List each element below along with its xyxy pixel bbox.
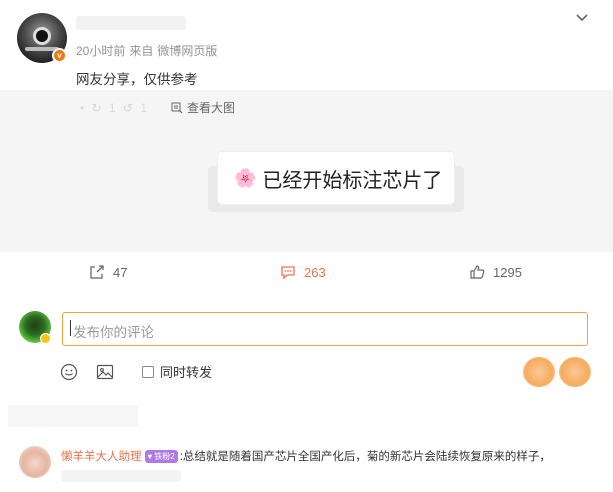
comment-sort-blurred[interactable]	[8, 405, 138, 427]
post-actions: 47 263 1295	[0, 256, 613, 290]
image-banner: 🌸 已经开始标注芯片了	[218, 152, 454, 204]
comment-meta-blurred	[61, 470, 181, 482]
flower-emoji-icon: 🌸	[234, 167, 257, 188]
verified-badge-icon: v	[52, 48, 67, 63]
image-icon	[96, 364, 114, 379]
view-large-image-button[interactable]: 查看大图	[171, 99, 235, 116]
submit-blob-left	[523, 357, 555, 387]
comment-composer: 发布你的评论 同时转发	[0, 300, 613, 400]
comment-button[interactable]: 263	[280, 264, 326, 280]
composer-tools: 同时转发	[60, 362, 212, 381]
banner-text: 已经开始标注芯片了	[262, 169, 443, 192]
comment-text: :总结就是随着国产芯片全国产化后，菊的新芯片会陆续恢复原来的样子，	[179, 451, 551, 463]
emoji-button[interactable]	[60, 363, 78, 381]
commenter-name[interactable]: 懒羊羊大人助理	[61, 448, 142, 464]
view-large-image-label: 查看大图	[187, 101, 236, 115]
chevron-down-icon[interactable]	[573, 9, 591, 27]
share-icon	[90, 265, 104, 279]
post-time[interactable]: 20小时前	[76, 42, 125, 59]
comment-line: 懒羊羊大人助理 ♥ 铁粉2 :总结就是随着国产芯片全国产化后，菊的新芯片会陆续恢…	[61, 448, 551, 464]
text-caret	[70, 320, 71, 336]
like-count: 1295	[493, 264, 522, 280]
commenter-avatar[interactable]	[19, 446, 51, 478]
camera-lens-graphic	[33, 27, 51, 45]
zoom-icon	[171, 102, 183, 113]
post-from-label: 来自	[129, 44, 154, 58]
share-button[interactable]: 47	[89, 264, 127, 280]
comment-count: 263	[304, 264, 326, 280]
comment-input-placeholder: 发布你的评论	[73, 325, 154, 340]
comment-item: 懒羊羊大人助理 ♥ 铁粉2 :总结就是随着国产芯片全国产化后，菊的新芯片会陆续恢…	[0, 440, 613, 492]
post-media[interactable]: • ↻ 1 ↺ 1 查看大图 🌸 已经开始标注芯片了	[0, 90, 613, 252]
post-text: 网友分享，仅供参考	[76, 72, 198, 87]
rotate-tools-faint[interactable]: • ↻ 1 ↺ 1	[80, 101, 149, 115]
like-button[interactable]: 1295	[469, 264, 522, 280]
post-header: v 20小时前 来自 微博网页版 网友分享，仅供参考	[0, 0, 613, 90]
post-source[interactable]: 微博网页版	[157, 42, 217, 59]
fan-badge[interactable]: ♥ 铁粉2	[144, 449, 178, 463]
my-vip-badge-icon	[40, 333, 51, 344]
share-count: 47	[113, 264, 128, 280]
fan-badge-label: 铁粉2	[154, 451, 175, 461]
smiley-icon	[60, 363, 78, 380]
image-upload-button[interactable]	[96, 363, 114, 381]
submit-comment-button-blurred[interactable]	[523, 357, 591, 387]
author-name-blurred[interactable]	[76, 16, 186, 30]
repost-checkbox[interactable]: 同时转发	[142, 362, 212, 381]
comment-icon	[281, 266, 295, 280]
post-meta: 20小时前 来自 微博网页版	[76, 42, 217, 59]
repost-label: 同时转发	[160, 365, 213, 380]
heart-icon: ♥	[147, 451, 153, 461]
submit-blob-right	[559, 357, 591, 387]
thumbs-up-icon	[470, 265, 485, 279]
media-toolbar: • ↻ 1 ↺ 1 查看大图	[80, 99, 235, 116]
comment-input[interactable]: 发布你的评论	[62, 312, 588, 346]
checkbox-icon[interactable]	[142, 365, 154, 378]
